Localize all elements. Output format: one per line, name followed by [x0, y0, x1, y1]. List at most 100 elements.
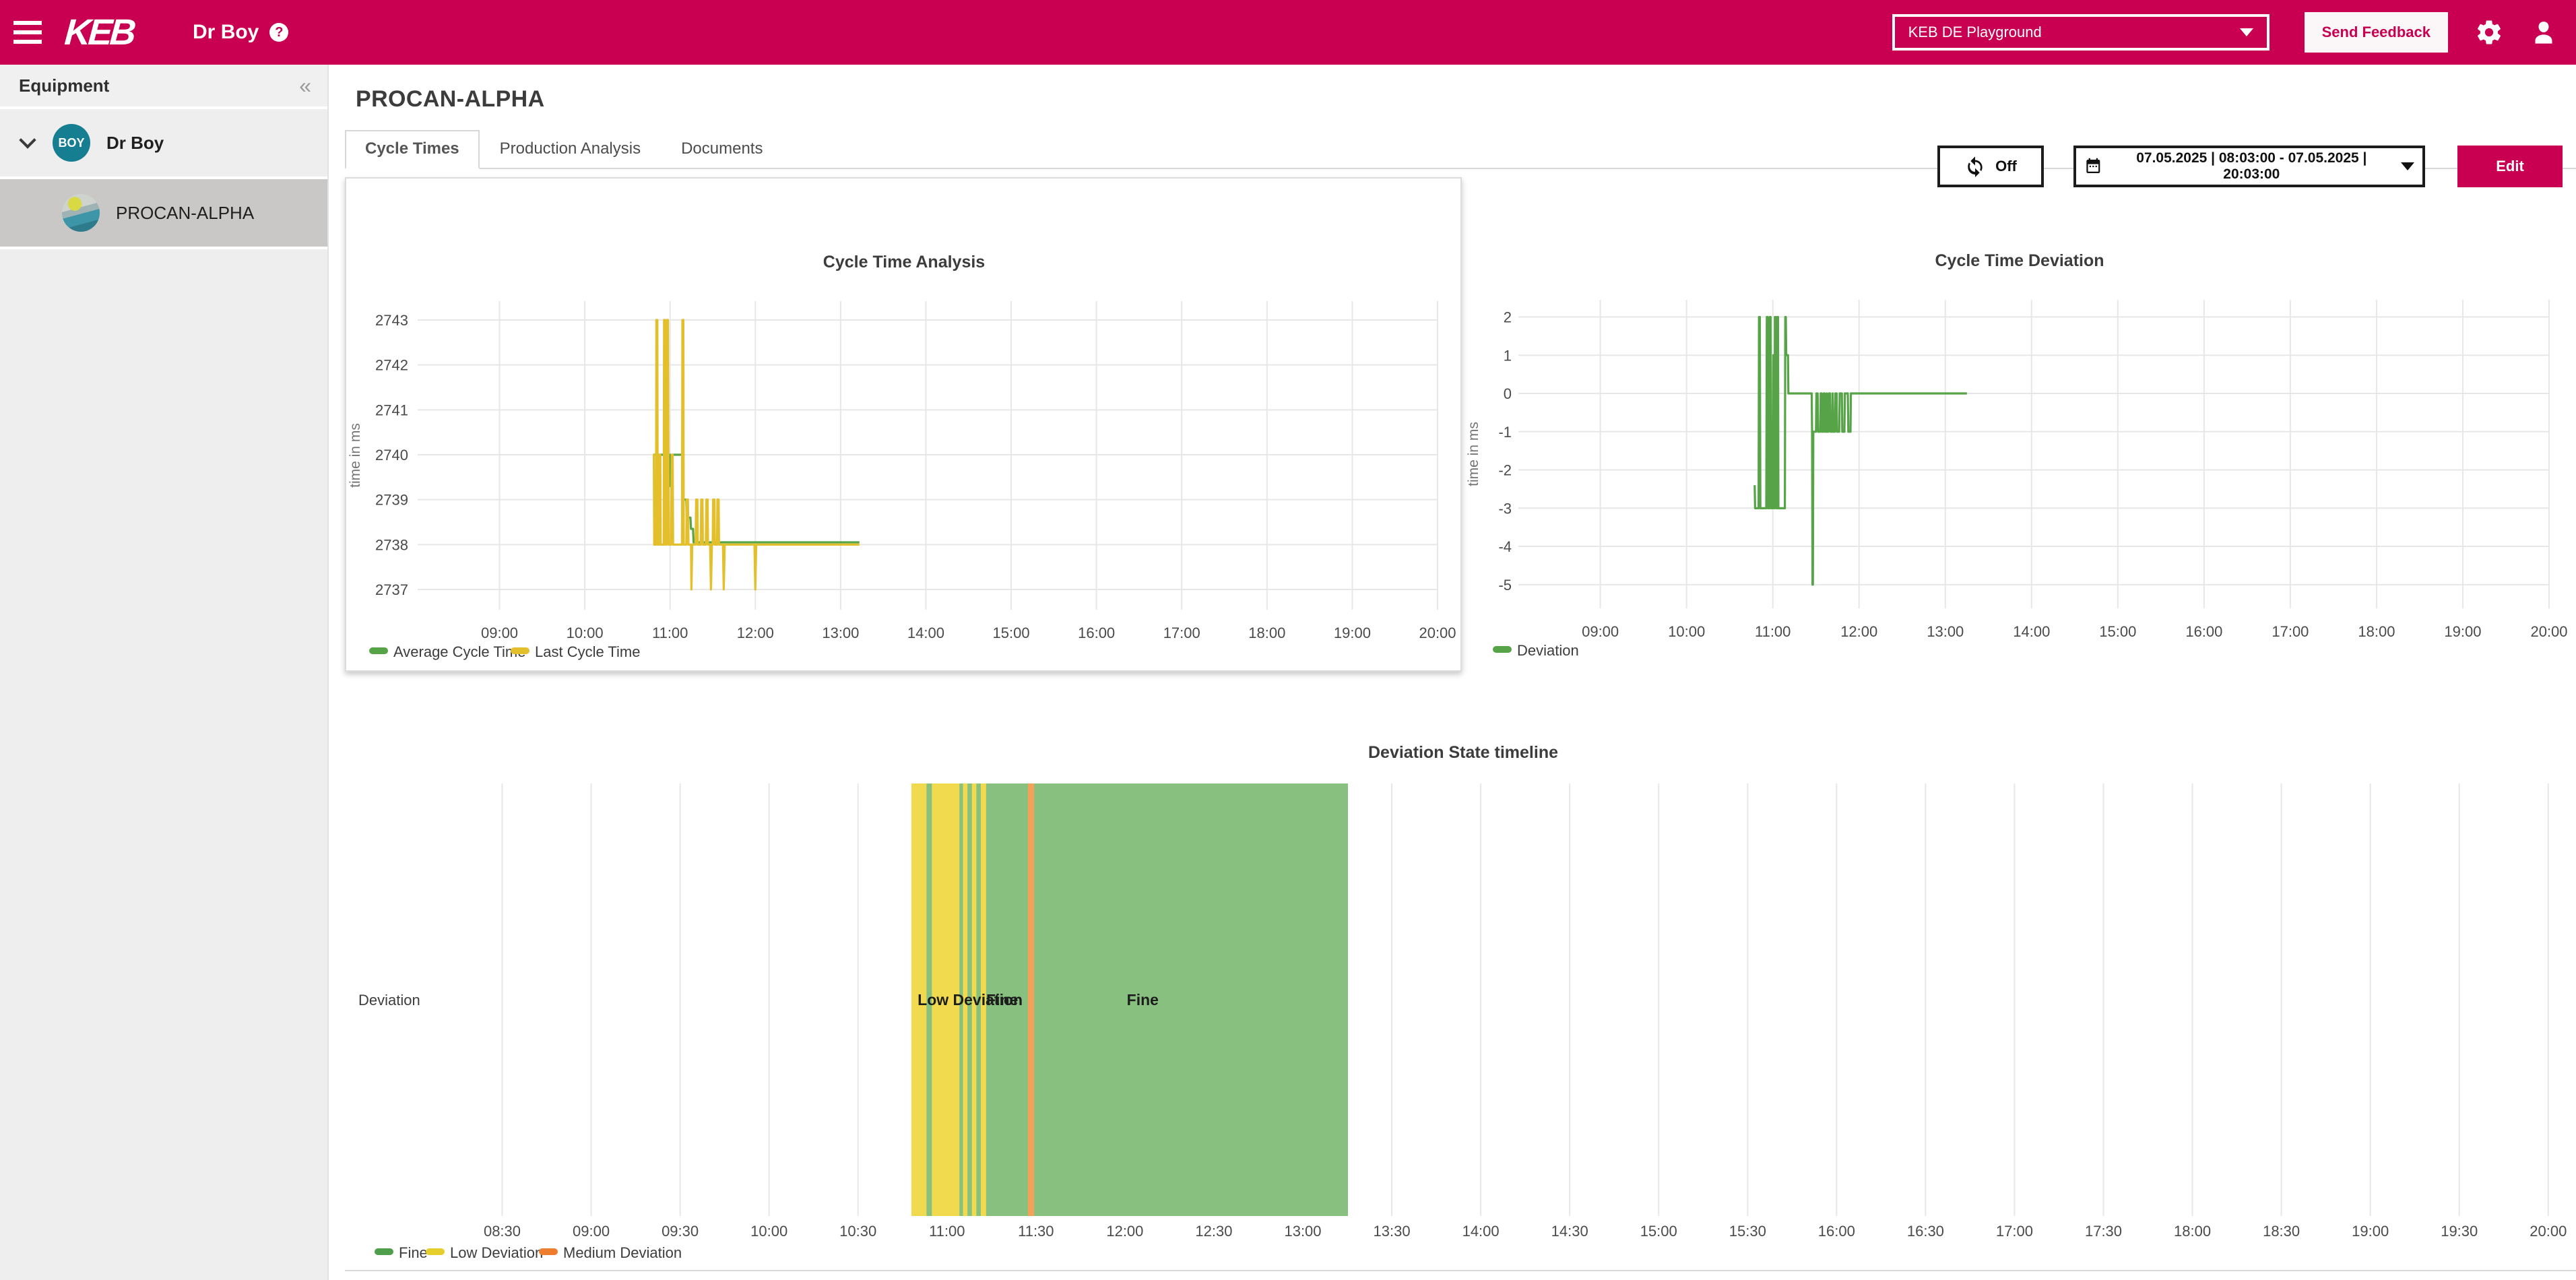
topbar-actions: KEB DE Playground Send Feedback	[1892, 12, 2576, 53]
page-title: PROCAN-ALPHA	[356, 86, 2576, 113]
auto-refresh-off-button[interactable]: Off	[1937, 146, 2044, 187]
svg-text:11:00: 11:00	[652, 625, 688, 641]
header-controls: Off 07.05.2025 | 08:03:00 - 07.05.2025 |…	[1937, 146, 2563, 187]
machine-avatar	[62, 194, 100, 232]
svg-text:-4: -4	[1498, 538, 1512, 555]
svg-text:20:00: 20:00	[2530, 1223, 2567, 1240]
svg-text:18:00: 18:00	[1248, 625, 1285, 641]
cycle-time-analysis-card: 09:0010:0011:0012:0013:0014:0015:0016:00…	[345, 177, 1462, 672]
svg-text:09:00: 09:00	[481, 625, 518, 641]
svg-text:-2: -2	[1498, 462, 1512, 479]
cycle-time-deviation-chart: 09:00 10:00 11:00 12:00 13:00 14:00 15:00 16:00…	[1462, 177, 2576, 672]
svg-text:10:00: 10:00	[750, 1223, 787, 1240]
svg-text:17:00: 17:00	[1163, 625, 1200, 641]
svg-text:Fine: Fine	[986, 991, 1018, 1009]
svg-text:15:00: 15:00	[2099, 623, 2136, 640]
svg-text:13:00: 13:00	[1927, 623, 1964, 640]
tab-documents[interactable]: Documents	[661, 130, 783, 169]
date-range-picker[interactable]: 07.05.2025 | 08:03:00 - 07.05.2025 | 20:…	[2073, 146, 2425, 187]
svg-text:2741: 2741	[375, 402, 408, 418]
svg-text:12:00: 12:00	[1106, 1223, 1143, 1240]
svg-text:12:00: 12:00	[1840, 623, 1877, 640]
sidebar-title: Equipment	[19, 75, 109, 96]
svg-text:2740: 2740	[375, 447, 408, 463]
top-app-bar: KEB Dr Boy ? KEB DE Playground Send Feed…	[0, 0, 2576, 65]
svg-text:16:00: 16:00	[1078, 625, 1115, 641]
svg-text:18:00: 18:00	[2358, 623, 2395, 640]
svg-text:Last Cycle Time: Last Cycle Time	[535, 643, 641, 660]
charts-row: 09:00 10:00 11:00 12:00 13:00 14:00 15:00 16:00…	[345, 177, 2576, 672]
svg-text:17:00: 17:00	[1996, 1223, 2033, 1240]
svg-text:14:30: 14:30	[1551, 1223, 1588, 1240]
environment-select[interactable]: KEB DE Playground	[1892, 14, 2269, 51]
sidebar-collapse-icon[interactable]: «	[299, 75, 311, 96]
svg-text:-3: -3	[1498, 500, 1512, 517]
main-content: PROCAN-ALPHA Off 07.05.2025 | 08:03:00 -…	[329, 65, 2576, 1280]
calendar-icon	[2084, 157, 2102, 176]
sidebar-item-dr-boy[interactable]: BOY Dr Boy	[0, 109, 327, 179]
edit-button[interactable]: Edit	[2457, 146, 2563, 187]
svg-text:10:30: 10:30	[839, 1223, 876, 1240]
svg-text:2743: 2743	[375, 312, 408, 329]
equipment-sidebar: Equipment « BOY Dr Boy PROCAN-ALPHA	[0, 65, 329, 1280]
sidebar-item-procan-alpha[interactable]: PROCAN-ALPHA	[0, 179, 327, 249]
chevron-down-icon	[2401, 162, 2414, 170]
svg-text:14:00: 14:00	[2013, 623, 2050, 640]
svg-text:16:30: 16:30	[1907, 1223, 1944, 1240]
svg-text:10:00: 10:00	[567, 625, 604, 641]
settings-button[interactable]	[2475, 18, 2503, 46]
refresh-sync-icon	[1964, 156, 1986, 177]
svg-text:Average Cycle Time: Average Cycle Time	[393, 643, 525, 660]
svg-text:15:00: 15:00	[1640, 1223, 1677, 1240]
svg-text:10:00: 10:00	[1668, 623, 1705, 640]
svg-text:13:00: 13:00	[1284, 1223, 1321, 1240]
svg-text:Medium Deviation: Medium Deviation	[563, 1244, 682, 1261]
svg-text:Fine: Fine	[399, 1244, 428, 1261]
svg-text:2: 2	[1504, 309, 1512, 326]
svg-text:19:00: 19:00	[1334, 625, 1371, 641]
svg-text:17:30: 17:30	[2085, 1223, 2122, 1240]
chevron-down-icon[interactable]	[19, 131, 36, 148]
svg-text:19:30: 19:30	[2441, 1223, 2478, 1240]
svg-text:2739: 2739	[375, 492, 408, 509]
svg-text:12:00: 12:00	[737, 625, 774, 641]
svg-text:12:30: 12:30	[1195, 1223, 1232, 1240]
svg-text:time in ms: time in ms	[348, 423, 363, 488]
svg-text:16:00: 16:00	[2185, 623, 2222, 640]
svg-text:2738: 2738	[375, 536, 408, 553]
help-icon[interactable]: ?	[269, 23, 288, 42]
svg-text:11:00: 11:00	[929, 1223, 965, 1240]
svg-text:time in ms: time in ms	[1466, 422, 1481, 486]
svg-text:-1: -1	[1498, 424, 1512, 441]
svg-text:11:00: 11:00	[1755, 623, 1791, 640]
cycle-time-analysis-chart: 09:0010:0011:0012:0013:0014:0015:0016:00…	[346, 179, 1460, 676]
date-range-value: 07.05.2025 | 08:03:00 - 07.05.2025 | 20:…	[2113, 150, 2390, 183]
svg-text:09:00: 09:00	[1582, 623, 1619, 640]
svg-text:1: 1	[1504, 347, 1512, 364]
svg-text:20:00: 20:00	[1419, 625, 1456, 641]
svg-text:08:30: 08:30	[484, 1223, 521, 1240]
svg-text:Low Deviation: Low Deviation	[450, 1244, 543, 1261]
app-title: Dr Boy	[193, 21, 259, 44]
tab-cycle-times[interactable]: Cycle Times	[345, 130, 480, 169]
svg-text:Deviation: Deviation	[1517, 642, 1579, 659]
tab-production-analysis[interactable]: Production Analysis	[480, 130, 661, 169]
keb-logo: KEB	[63, 11, 135, 53]
svg-text:11:30: 11:30	[1018, 1223, 1054, 1240]
svg-text:-5: -5	[1498, 577, 1512, 594]
user-account-button[interactable]	[2530, 19, 2557, 46]
svg-text:0: 0	[1504, 385, 1512, 402]
dr-boy-avatar: BOY	[53, 124, 90, 162]
send-feedback-button[interactable]: Send Feedback	[2305, 12, 2448, 53]
svg-text:Deviation State timeline: Deviation State timeline	[1368, 743, 1558, 762]
svg-text:18:00: 18:00	[2174, 1223, 2211, 1240]
sidebar-item-label: Dr Boy	[106, 133, 164, 154]
environment-select-value: KEB DE Playground	[1908, 24, 2042, 41]
svg-text:15:00: 15:00	[993, 625, 1030, 641]
svg-text:19:00: 19:00	[2352, 1223, 2389, 1240]
svg-text:13:30: 13:30	[1374, 1223, 1411, 1240]
svg-text:09:30: 09:30	[662, 1223, 699, 1240]
hamburger-menu-icon[interactable]	[0, 0, 54, 65]
svg-text:15:30: 15:30	[1729, 1223, 1766, 1240]
svg-text:2742: 2742	[375, 357, 408, 374]
